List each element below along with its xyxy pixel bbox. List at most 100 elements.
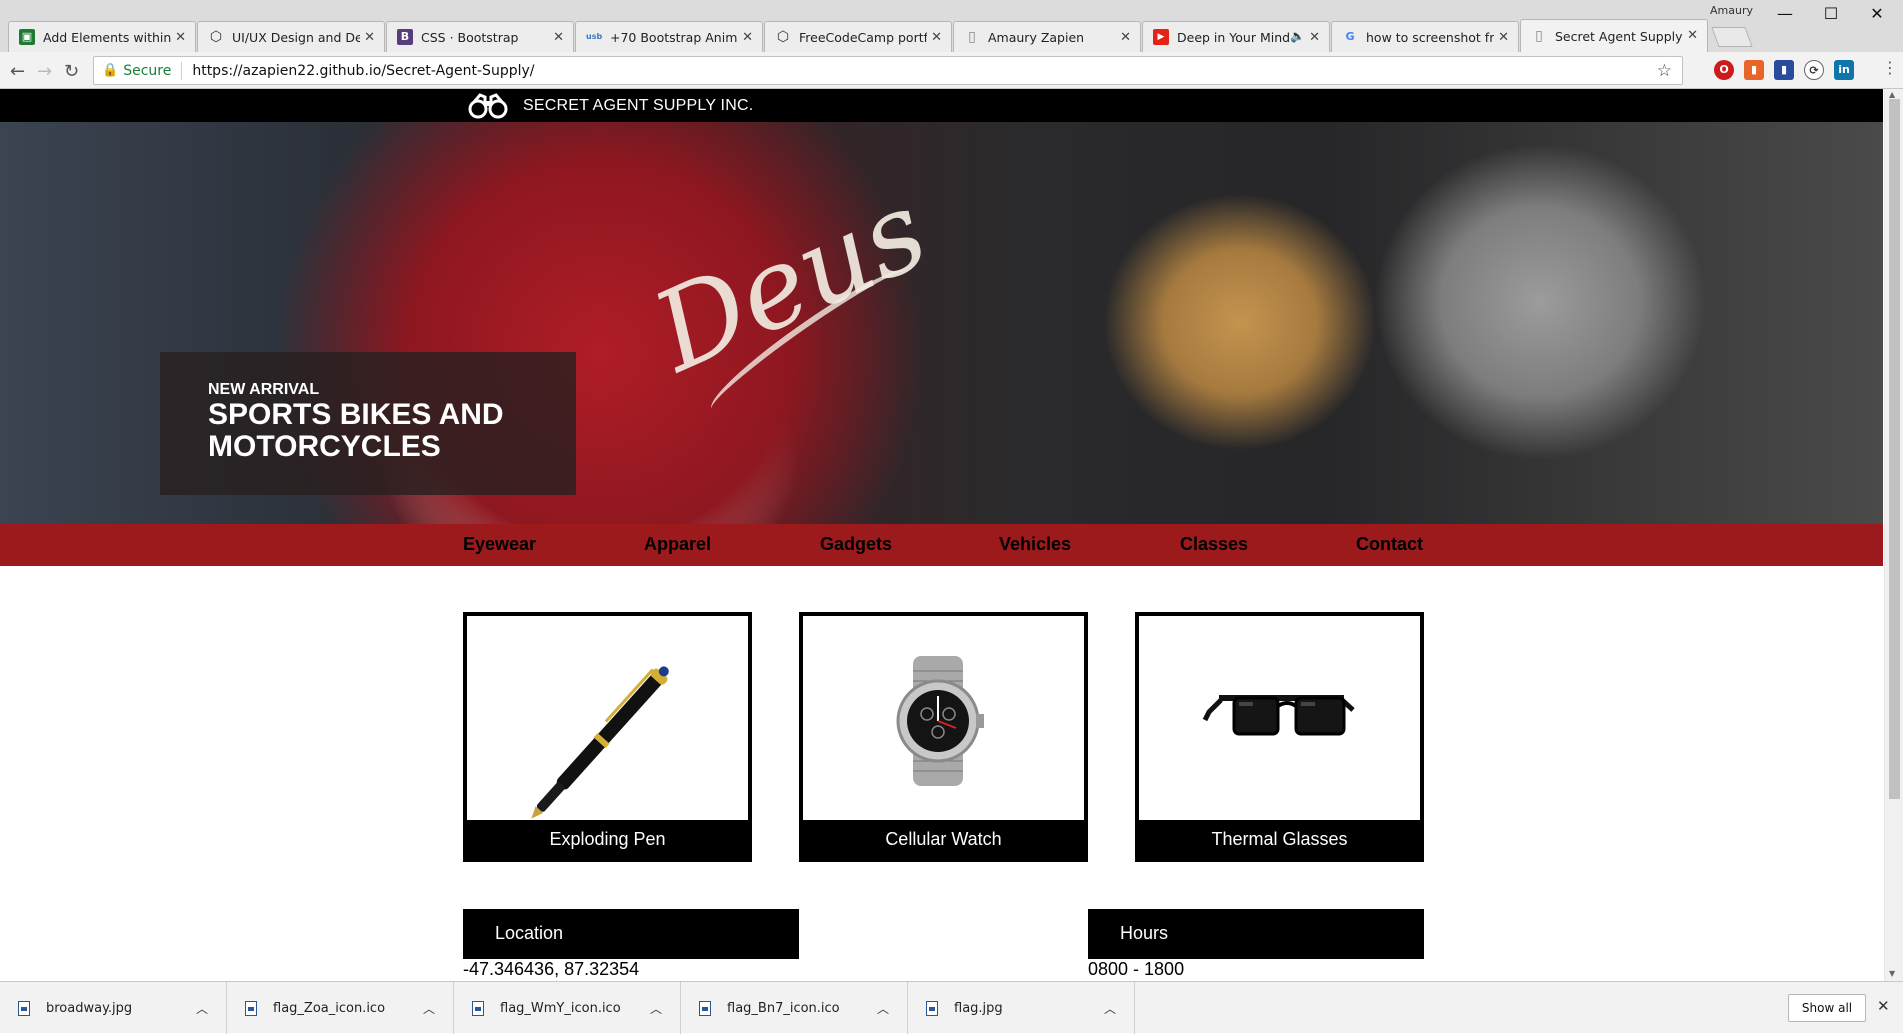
scroll-down-arrow-icon[interactable]: ▼ <box>1889 969 1895 978</box>
tab-title: FreeCodeCamp portfolio <box>799 29 927 45</box>
category-nav: Eyewear Apparel Gadgets Vehicles Classes… <box>0 524 1883 566</box>
menu-icon[interactable]: ⋮ <box>1882 58 1898 77</box>
forward-arrow-icon[interactable]: → <box>37 61 52 82</box>
download-filename: flag_WmY_icon.ico <box>500 1000 621 1016</box>
product-card[interactable]: Cellular Watch <box>799 612 1088 862</box>
close-tab-icon[interactable]: ✕ <box>1309 30 1320 45</box>
close-tab-icon[interactable]: ✕ <box>175 30 186 45</box>
sync-extension-icon[interactable]: ⟳ <box>1804 60 1824 80</box>
office-extension-icon[interactable]: ▮ <box>1744 60 1764 80</box>
tab[interactable]: ▯ Amaury Zapien ✕ <box>953 21 1141 52</box>
scrollbar-thumb[interactable] <box>1889 99 1900 799</box>
close-window-icon[interactable]: ✕ <box>1854 4 1900 23</box>
download-item[interactable]: broadway.jpg ︿ <box>0 982 227 1034</box>
tab-title: Secret Agent Supply <box>1555 28 1683 44</box>
location-coordinates: -47.346436, 87.32354 <box>463 959 640 979</box>
close-downloads-icon[interactable]: ✕ <box>1877 997 1890 1015</box>
chevron-up-icon[interactable]: ︿ <box>196 1000 208 1017</box>
tab-active[interactable]: ▯ Secret Agent Supply ✕ <box>1520 19 1708 52</box>
close-tab-icon[interactable]: ✕ <box>553 30 564 45</box>
minimize-icon[interactable]: — <box>1762 4 1808 23</box>
usb-icon: usb <box>586 32 603 41</box>
close-tab-icon[interactable]: ✕ <box>1498 30 1509 45</box>
product-name: Cellular Watch <box>803 820 1084 858</box>
tab[interactable]: ⬡ FreeCodeCamp portfolio ✕ <box>764 21 952 52</box>
site-header: SECRET AGENT SUPPLY INC. <box>0 89 1883 122</box>
product-card[interactable]: Exploding Pen <box>463 612 752 862</box>
chevron-up-icon[interactable]: ︿ <box>423 1000 435 1017</box>
opera-extension-icon[interactable]: O <box>1714 60 1734 80</box>
sunglasses-icon <box>1202 695 1355 736</box>
download-item[interactable]: flag_WmY_icon.ico ︿ <box>454 982 681 1034</box>
bookmark-star-icon[interactable]: ☆ <box>1657 61 1672 81</box>
binoculars-icon <box>468 93 508 119</box>
page-scrollbar[interactable]: ▲ ▼ <box>1884 89 1903 981</box>
bookmark-extension-icon[interactable]: ▮ <box>1774 60 1794 80</box>
tab-title: UI/UX Design and Deve <box>232 29 360 45</box>
tab[interactable]: Ghow to screenshot from ✕ <box>1331 21 1519 52</box>
hero-banner: Deus NEW ARRIVAL SPORTS BIKES AND MOTORC… <box>0 122 1883 524</box>
hero-eyebrow: NEW ARRIVAL <box>208 381 320 398</box>
download-filename: broadway.jpg <box>46 1000 133 1016</box>
tab[interactable]: B CSS · Bootstrap ✕ <box>386 21 574 52</box>
location-heading: Location <box>463 909 799 959</box>
close-tab-icon[interactable]: ✕ <box>931 30 942 45</box>
address-bar[interactable]: 🔒 Secure https://azapien22.github.io/Sec… <box>93 56 1683 85</box>
speaker-icon[interactable]: 🔈 <box>1290 29 1305 43</box>
download-filename: flag_Bn7_icon.ico <box>727 1000 840 1016</box>
product-name: Exploding Pen <box>467 820 748 858</box>
tab-title: CSS · Bootstrap <box>421 29 519 45</box>
scroll-up-arrow-icon[interactable]: ▲ <box>1889 90 1895 99</box>
download-item[interactable]: flag.jpg ︿ <box>908 982 1135 1034</box>
url-host: https://azapien22.github.io <box>192 62 382 79</box>
profile-name[interactable]: Amaury <box>1710 4 1753 17</box>
tab-title: Add Elements within yo <box>43 29 171 45</box>
watch-icon <box>896 656 984 786</box>
bootstrap-icon: B <box>397 29 413 45</box>
tab-title: Amaury Zapien <box>988 29 1085 45</box>
nav-classes[interactable]: Classes <box>1180 534 1248 555</box>
tab-title: +70 Bootstrap Animatio <box>610 29 738 45</box>
close-tab-icon[interactable]: ✕ <box>1120 30 1131 45</box>
nav-contact[interactable]: Contact <box>1356 534 1423 555</box>
hero-caption: NEW ARRIVAL SPORTS BIKES AND MOTORCYCLES <box>160 352 576 495</box>
new-tab-button[interactable] <box>1711 27 1753 47</box>
image-file-icon <box>18 1000 30 1016</box>
download-item[interactable]: flag_Zoa_icon.ico ︿ <box>227 982 454 1034</box>
product-card[interactable]: Thermal Glasses <box>1135 612 1424 862</box>
chevron-up-icon[interactable]: ︿ <box>1104 1000 1116 1017</box>
tab[interactable]: ▣ Add Elements within yo ✕ <box>8 21 196 52</box>
nav-vehicles[interactable]: Vehicles <box>999 534 1071 555</box>
product-name: Thermal Glasses <box>1139 820 1420 858</box>
sheet-icon: ▣ <box>19 29 35 45</box>
tab[interactable]: ⬡ UI/UX Design and Deve ✕ <box>197 21 385 52</box>
nav-apparel[interactable]: Apparel <box>644 534 711 555</box>
tab-title: how to screenshot from <box>1366 29 1494 45</box>
back-arrow-icon[interactable]: ← <box>10 61 25 82</box>
url-path: /Secret-Agent-Supply/ <box>381 62 535 79</box>
pen-icon <box>531 666 669 819</box>
tab[interactable]: usb +70 Bootstrap Animatio ✕ <box>575 21 763 52</box>
chevron-up-icon[interactable]: ︿ <box>650 1000 662 1017</box>
tab[interactable]: ▶ Deep in Your Mind - 🔈 ✕ <box>1142 21 1330 52</box>
show-all-button[interactable]: Show all <box>1788 994 1866 1022</box>
nav-gadgets[interactable]: Gadgets <box>820 534 892 555</box>
hours-heading: Hours <box>1088 909 1424 959</box>
google-icon: G <box>1345 30 1355 43</box>
image-file-icon <box>245 1000 257 1016</box>
brand-name[interactable]: SECRET AGENT SUPPLY INC. <box>523 97 753 115</box>
close-tab-icon[interactable]: ✕ <box>1687 28 1698 43</box>
reload-icon[interactable]: ↻ <box>64 61 79 82</box>
close-tab-icon[interactable]: ✕ <box>742 30 753 45</box>
nav-eyewear[interactable]: Eyewear <box>463 534 536 555</box>
image-file-icon <box>699 1000 711 1016</box>
lock-icon: 🔒 <box>102 63 119 78</box>
close-tab-icon[interactable]: ✕ <box>364 30 375 45</box>
page-icon: ▯ <box>1535 28 1543 44</box>
download-item[interactable]: flag_Bn7_icon.ico ︿ <box>681 982 908 1034</box>
linkedin-extension-icon[interactable]: in <box>1834 60 1854 80</box>
chevron-up-icon[interactable]: ︿ <box>877 1000 889 1017</box>
tab-strip: ▣ Add Elements within yo ✕ ⬡ UI/UX Design a… <box>0 0 1903 52</box>
maximize-icon[interactable]: ☐ <box>1808 4 1854 23</box>
divider <box>181 61 183 80</box>
